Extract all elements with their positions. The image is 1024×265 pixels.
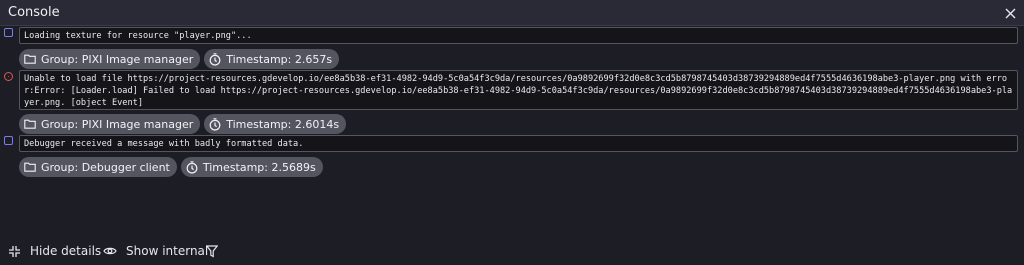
hide-details-button[interactable]: Hide details	[8, 240, 101, 262]
info-icon	[4, 28, 13, 37]
folder-icon	[24, 54, 36, 64]
timestamp-chip[interactable]: Timestamp: 2.657s	[204, 49, 340, 69]
stopwatch-icon	[209, 52, 221, 66]
close-button[interactable]	[1000, 3, 1020, 23]
collapse-arrows-icon	[8, 245, 21, 258]
console-footer: Hide details Show internal	[0, 240, 1024, 262]
log-message: Unable to load file https://project-reso…	[19, 70, 1018, 110]
group-label: Group: PIXI Image manager	[41, 117, 194, 131]
show-internal-button[interactable]: Show internal	[103, 240, 208, 262]
error-icon	[4, 72, 13, 81]
log-message: Loading texture for resource "player.png…	[19, 27, 1018, 44]
log-meta: Group: Debugger client Timestamp: 2.5689…	[19, 157, 323, 177]
group-chip[interactable]: Group: Debugger client	[19, 157, 177, 177]
folder-icon	[24, 119, 36, 129]
filter-button[interactable]	[206, 240, 227, 262]
stopwatch-icon	[186, 160, 198, 174]
log-meta: Group: PIXI Image manager Timestamp: 2.6…	[19, 114, 347, 134]
stopwatch-icon	[209, 117, 221, 131]
window-title: Console	[8, 5, 60, 20]
log-message: Debugger received a message with badly f…	[19, 135, 1018, 152]
timestamp-chip[interactable]: Timestamp: 2.6014s	[204, 114, 347, 134]
timestamp-label: Timestamp: 2.5689s	[202, 160, 316, 174]
group-chip[interactable]: Group: PIXI Image manager	[19, 49, 201, 69]
group-chip[interactable]: Group: PIXI Image manager	[19, 114, 201, 134]
show-internal-label: Show internal	[126, 244, 209, 258]
group-label: Group: Debugger client	[41, 160, 170, 174]
timestamp-label: Timestamp: 2.657s	[226, 52, 333, 66]
hide-details-label: Hide details	[30, 244, 102, 258]
info-icon	[4, 136, 13, 145]
console-titlebar: Console	[0, 0, 1024, 26]
group-label: Group: PIXI Image manager	[41, 52, 194, 66]
folder-icon	[24, 162, 36, 172]
filter-icon	[206, 244, 218, 258]
eye-icon	[103, 246, 117, 256]
log-meta: Group: PIXI Image manager Timestamp: 2.6…	[19, 49, 340, 69]
timestamp-label: Timestamp: 2.6014s	[226, 117, 340, 131]
close-icon	[1005, 8, 1015, 18]
timestamp-chip[interactable]: Timestamp: 2.5689s	[180, 157, 323, 177]
